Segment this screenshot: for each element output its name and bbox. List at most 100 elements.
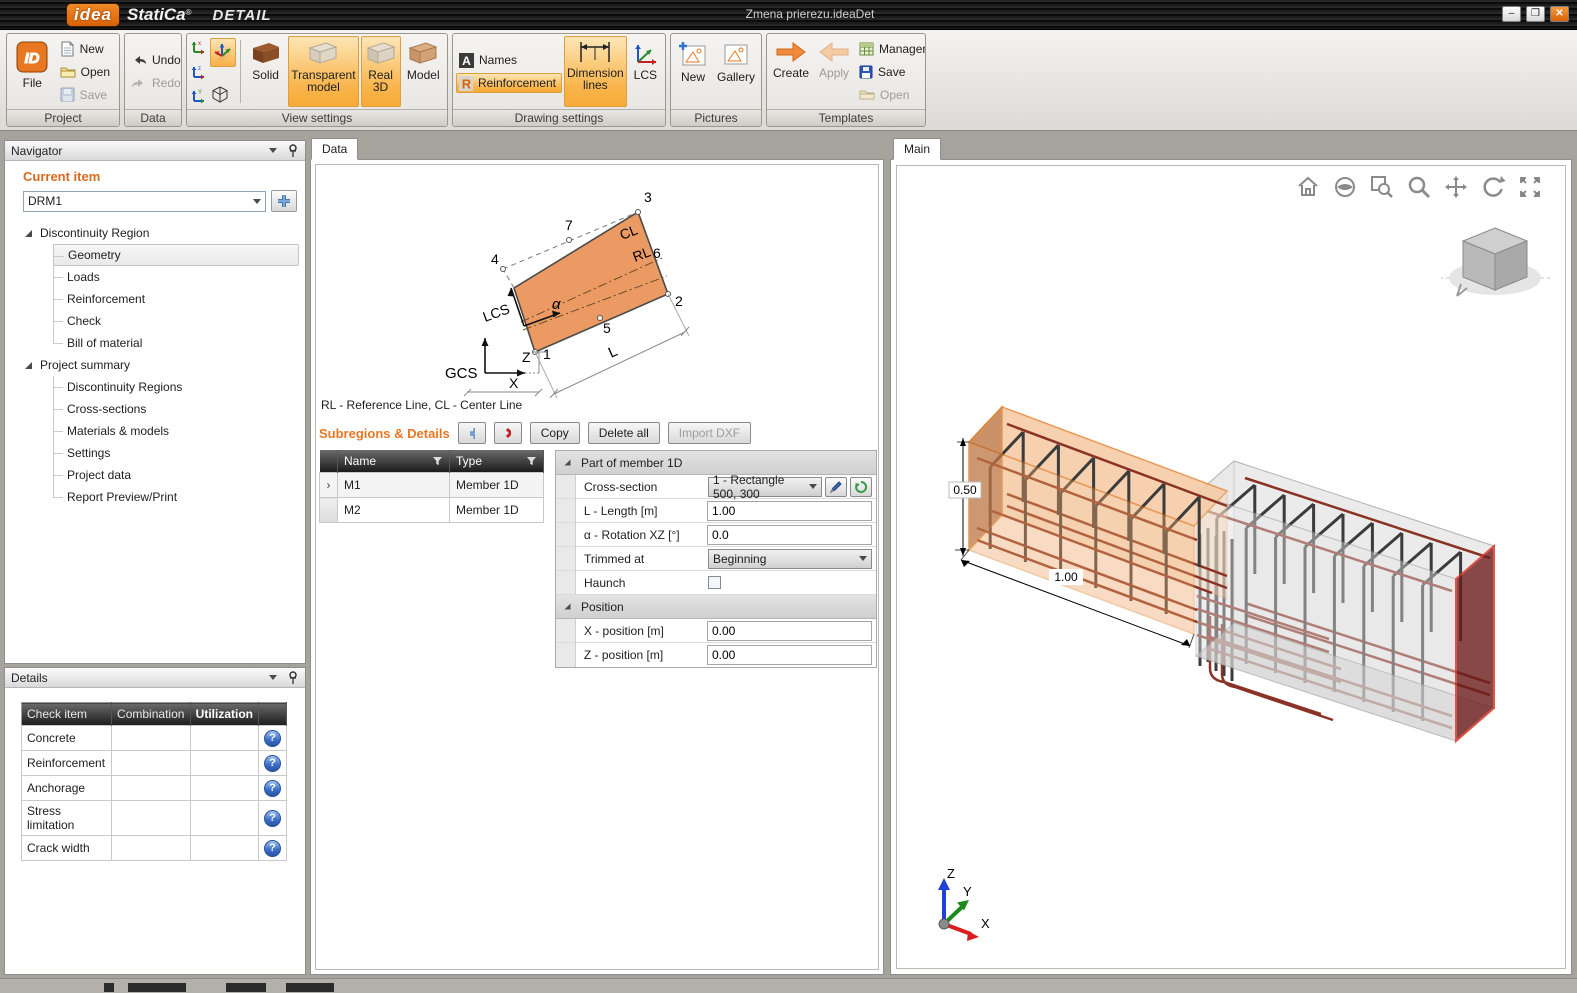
- col-name[interactable]: Name: [338, 450, 450, 473]
- help-icon[interactable]: ?: [264, 755, 281, 772]
- current-item-select[interactable]: DRM1: [23, 191, 266, 212]
- tree-node-discontinuity-region[interactable]: Discontinuity Region: [5, 222, 305, 244]
- details-pin-icon[interactable]: [287, 671, 299, 685]
- cube-view-icon[interactable]: [210, 85, 230, 105]
- tree-item-check[interactable]: Check: [53, 310, 305, 332]
- tree-item-reinforcement[interactable]: Reinforcement: [53, 288, 305, 310]
- svg-text:ID: ID: [25, 50, 40, 67]
- trimmed-at-row: Trimmed at Beginning: [556, 547, 876, 571]
- solid-view-button[interactable]: Solid: [245, 36, 286, 107]
- view-xy-axes-icon[interactable]: x: [190, 38, 208, 56]
- copy-button[interactable]: Copy: [530, 422, 580, 444]
- tree-item-geometry[interactable]: Geometry: [53, 244, 299, 266]
- gallery-button[interactable]: Gallery: [714, 36, 758, 107]
- save-button[interactable]: Save: [57, 85, 116, 105]
- navigator-pin-icon[interactable]: [287, 144, 299, 158]
- tree-node-label: Discontinuity Region: [40, 226, 149, 240]
- redo-button[interactable]: Redo: [128, 73, 182, 93]
- z-position-input[interactable]: [707, 645, 872, 665]
- new-button[interactable]: New: [57, 39, 116, 59]
- template-manager-button[interactable]: Manager: [856, 39, 926, 59]
- tree-item-cross-sections[interactable]: Cross-sections: [53, 398, 305, 420]
- subregion-row-m2[interactable]: M2 Member 1D: [320, 498, 544, 523]
- data-tab[interactable]: Data: [311, 138, 358, 160]
- file-button[interactable]: ID File: [10, 36, 55, 107]
- help-icon[interactable]: ?: [264, 840, 281, 857]
- tree-item-materials-models[interactable]: Materials & models: [53, 420, 305, 442]
- expander-icon[interactable]: [25, 230, 32, 237]
- row-selector[interactable]: [320, 498, 338, 523]
- row-selector[interactable]: ›: [320, 473, 338, 498]
- names-toggle[interactable]: A Names: [456, 50, 562, 70]
- close-button[interactable]: ✕: [1550, 6, 1569, 22]
- x-position-input[interactable]: [707, 621, 872, 641]
- undo-button[interactable]: Undo: [128, 50, 182, 70]
- expander-icon[interactable]: [25, 362, 32, 369]
- template-apply-button[interactable]: Apply: [814, 36, 854, 107]
- template-save-label: Save: [878, 65, 905, 79]
- details-col-combination: Combination: [112, 703, 191, 726]
- template-save-button[interactable]: Save: [856, 62, 926, 82]
- picture-new-button[interactable]: New: [674, 36, 712, 107]
- navigator-collapse-icon[interactable]: [269, 148, 277, 153]
- minimize-button[interactable]: –: [1502, 6, 1521, 22]
- filter-icon[interactable]: [526, 456, 537, 466]
- tree-node-project-summary[interactable]: Project summary: [5, 354, 305, 376]
- help-icon[interactable]: ?: [264, 810, 281, 827]
- view-yz-axes-icon[interactable]: Y: [190, 87, 208, 105]
- delete-all-button[interactable]: Delete all: [588, 422, 660, 444]
- maximize-button[interactable]: ❐: [1526, 6, 1545, 22]
- group-position[interactable]: Position: [556, 595, 876, 619]
- filter-icon[interactable]: [432, 456, 443, 466]
- haunch-checkbox[interactable]: [708, 576, 721, 589]
- member-m2-3d[interactable]: [1196, 461, 1494, 741]
- manager-grid-icon: [859, 42, 874, 56]
- rotation-input[interactable]: [707, 525, 872, 545]
- template-open-button[interactable]: Open: [856, 85, 926, 105]
- edit-cross-section-button[interactable]: [825, 477, 847, 497]
- tree-item-settings[interactable]: Settings: [53, 442, 305, 464]
- tree-item-discontinuity-regions[interactable]: Discontinuity Regions: [53, 376, 305, 398]
- tree-item-project-data[interactable]: Project data: [53, 464, 305, 486]
- transparent-model-button[interactable]: Transparent model: [288, 36, 358, 107]
- help-icon[interactable]: ?: [264, 780, 281, 797]
- dimension-lines-icon: [577, 40, 613, 64]
- lcs-toggle[interactable]: LCS: [629, 36, 662, 107]
- reinforcement-toggle[interactable]: R Reinforcement: [456, 73, 562, 93]
- trimmed-at-select[interactable]: Beginning: [708, 549, 872, 569]
- help-icon[interactable]: ?: [264, 730, 281, 747]
- template-create-button[interactable]: Create: [770, 36, 812, 107]
- group-label-data: Data: [125, 109, 181, 126]
- col-type[interactable]: Type: [450, 450, 544, 473]
- viewport-3d-canvas[interactable]: 0.50 1.00 Z Y X: [897, 166, 1565, 968]
- tree-item-bill-of-material[interactable]: Bill of material: [53, 332, 305, 354]
- orientation-cube[interactable]: [1441, 228, 1551, 296]
- subregion-row-m1[interactable]: › M1 Member 1D: [320, 473, 544, 498]
- main-tab[interactable]: Main: [893, 138, 941, 160]
- member-m1-3d[interactable]: [969, 407, 1227, 634]
- group-expander-icon[interactable]: [565, 604, 571, 610]
- group-expander-icon[interactable]: [565, 460, 571, 466]
- details-panel: Details Check item Combination Utilizati…: [4, 667, 306, 975]
- delete-subregion-button[interactable]: [494, 422, 522, 444]
- length-input[interactable]: [707, 501, 872, 521]
- refresh-cross-section-button[interactable]: [850, 477, 872, 497]
- group-part-of-member[interactable]: Part of member 1D: [556, 451, 876, 475]
- real-3d-button[interactable]: Real 3D: [361, 36, 401, 107]
- axonometric-view-button[interactable]: [210, 38, 236, 67]
- x-position-row: X - position [m]: [556, 619, 876, 643]
- cross-section-select[interactable]: 1 - Rectangle 500, 300: [708, 477, 822, 497]
- details-row-reinforcement: Reinforcement ?: [22, 751, 287, 776]
- tree-item-loads[interactable]: Loads: [53, 266, 305, 288]
- model-view-button[interactable]: Model: [403, 36, 444, 107]
- add-subregion-button[interactable]: [458, 422, 486, 444]
- import-dxf-button[interactable]: Import DXF: [668, 422, 751, 444]
- tree-item-report-preview-print[interactable]: Report Preview/Print: [53, 486, 305, 508]
- add-region-button[interactable]: [271, 190, 297, 212]
- details-collapse-icon[interactable]: [269, 675, 277, 680]
- view-xz-axes-icon[interactable]: z: [190, 63, 208, 81]
- open-button[interactable]: Open: [57, 62, 116, 82]
- type-cell: Member 1D: [450, 473, 544, 498]
- member-m1-outline[interactable]: [514, 212, 668, 352]
- dimension-lines-toggle[interactable]: Dimension lines: [564, 36, 627, 107]
